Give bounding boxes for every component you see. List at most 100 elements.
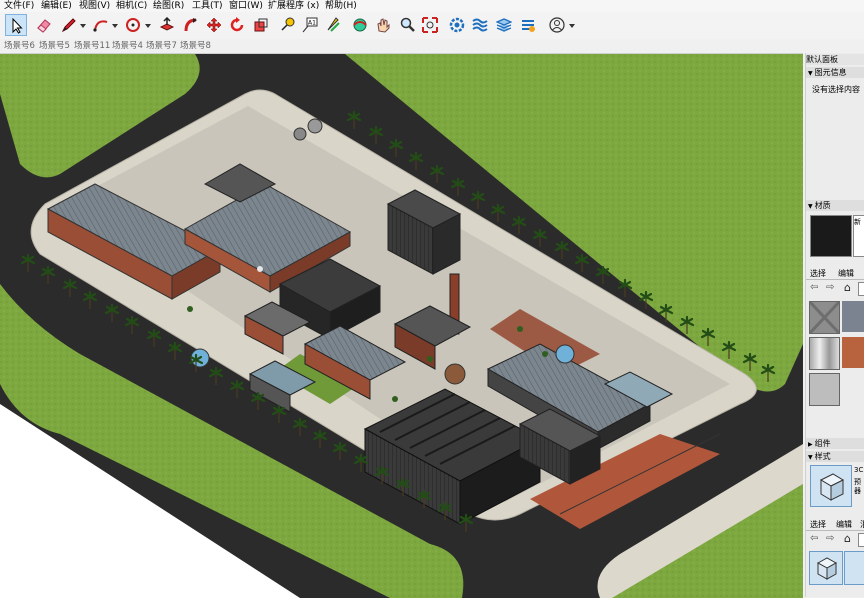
arc-icon	[93, 20, 108, 32]
chevron-down-icon[interactable]	[80, 23, 86, 29]
pan-tool-button[interactable]	[372, 14, 394, 36]
scale-icon	[254, 18, 268, 32]
styles-header[interactable]: ▼ 样式	[806, 451, 864, 462]
select-arrow-icon	[12, 18, 23, 34]
chevron-down-icon[interactable]	[145, 23, 151, 29]
zoom-tool-button[interactable]	[396, 14, 418, 36]
tape-measure-icon	[281, 17, 295, 31]
material-swatch[interactable]	[809, 337, 840, 370]
rotate-tool-button[interactable]	[226, 14, 248, 36]
back-arrow-icon[interactable]: ⇦	[810, 282, 818, 293]
account-button[interactable]	[546, 14, 568, 36]
follow-me-icon	[184, 18, 197, 32]
section-waves-icon	[472, 18, 488, 32]
styles-select-tab[interactable]: 选择	[810, 519, 826, 530]
menu-tools[interactable]: 工具(T)	[192, 0, 223, 12]
main-toolbar: A1	[0, 12, 864, 40]
forward-arrow-icon[interactable]: ⇨	[826, 533, 834, 544]
no-selection-text: 没有选择内容	[812, 85, 860, 94]
zoom-extents-button[interactable]	[419, 14, 441, 36]
forward-arrow-icon[interactable]: ⇨	[826, 282, 834, 293]
drawing-viewport[interactable]	[0, 53, 803, 598]
pencil-line-icon	[61, 18, 76, 33]
materials-header[interactable]: ▼ 材质	[806, 200, 864, 211]
tape-measure-button[interactable]	[276, 14, 298, 36]
eraser-icon	[37, 19, 51, 33]
collapse-triangle-icon: ▼	[808, 203, 813, 210]
scene-tabs: 场景号6 场景号5 场景号11 场景号4 场景号7 场景号8	[0, 39, 864, 53]
axes-tool-button[interactable]	[322, 14, 344, 36]
scene-tab[interactable]: 场景号5	[39, 40, 70, 52]
materials-select-tab[interactable]: 选择	[810, 268, 826, 279]
styles-mix-tab[interactable]: 泪	[860, 519, 864, 530]
material-preview-swatch[interactable]	[810, 215, 852, 257]
tile-pattern-icon	[808, 300, 841, 335]
materials-edit-tab[interactable]: 编辑	[838, 268, 854, 279]
push-pull-button[interactable]	[156, 14, 178, 36]
style-preview-thumbnail[interactable]	[810, 465, 852, 507]
move-tool-button[interactable]	[203, 14, 225, 36]
material-library-select[interactable]	[858, 282, 864, 296]
entity-info-header[interactable]: ▼ 图元信息	[806, 67, 864, 78]
menu-edit[interactable]: 编辑(E)	[41, 0, 72, 12]
home-icon[interactable]: ⌂	[844, 281, 851, 294]
material-name-field: 新	[853, 215, 864, 257]
site-model-render	[0, 54, 803, 598]
move-icon	[206, 17, 222, 33]
scene-tab[interactable]: 场景号7	[146, 40, 177, 52]
menu-file[interactable]: 文件(F)	[4, 0, 34, 12]
line-tool-button[interactable]	[58, 14, 80, 36]
eraser-tool-button[interactable]	[33, 14, 55, 36]
chevron-down-icon[interactable]	[569, 23, 575, 29]
back-arrow-icon[interactable]: ⇦	[810, 533, 818, 544]
style-thumbnail[interactable]	[809, 551, 843, 585]
scene-tab[interactable]: 场景号11	[74, 40, 110, 52]
svg-text:A1: A1	[308, 20, 316, 27]
select-tool-button[interactable]	[5, 14, 27, 36]
menu-draw[interactable]: 绘图(R)	[153, 0, 184, 12]
scene-tab[interactable]: 场景号4	[112, 40, 143, 52]
layers-icon	[496, 18, 512, 32]
text-label-icon: A1	[302, 17, 318, 33]
menu-view[interactable]: 视图(V)	[79, 0, 110, 12]
material-swatch[interactable]	[842, 337, 864, 368]
follow-me-button[interactable]	[180, 14, 202, 36]
material-swatch[interactable]	[842, 301, 864, 332]
scene-tab[interactable]: 场景号8	[180, 40, 211, 52]
scene-tab[interactable]: 场景号6	[4, 40, 35, 52]
pan-icon	[377, 18, 390, 33]
section-plane-button[interactable]	[469, 14, 491, 36]
collapse-triangle-icon: ▼	[808, 454, 813, 461]
material-swatch[interactable]	[809, 373, 840, 406]
zoom-icon	[400, 17, 415, 32]
material-swatch[interactable]	[808, 300, 841, 335]
push-pull-icon	[159, 17, 175, 31]
orbit-tool-button[interactable]	[349, 14, 371, 36]
cube-style-icon	[819, 473, 845, 501]
menu-bar: 文件(F) 编辑(E) 视图(V) 相机(C) 绘图(R) 工具(T) 窗口(W…	[0, 0, 864, 12]
menu-help[interactable]: 帮助(H)	[325, 0, 357, 12]
sandbox-button[interactable]	[517, 14, 539, 36]
style-name: 3C	[854, 466, 864, 474]
expand-triangle-icon: ▶	[808, 441, 813, 448]
text-tool-button[interactable]: A1	[299, 14, 321, 36]
collapse-triangle-icon: ▼	[808, 70, 813, 77]
style-thumbnail[interactable]	[844, 551, 864, 585]
menu-extensions[interactable]: 扩展程序 (x)	[268, 0, 319, 12]
scale-tool-button[interactable]	[250, 14, 272, 36]
home-icon[interactable]: ⌂	[844, 532, 851, 545]
chevron-down-icon[interactable]	[112, 23, 118, 29]
styles-edit-tab[interactable]: 编辑	[836, 519, 852, 530]
extension-warehouse-button[interactable]	[446, 14, 468, 36]
layers-button[interactable]	[493, 14, 515, 36]
menu-camera[interactable]: 相机(C)	[116, 0, 147, 12]
tray-title: 默认面板	[806, 54, 864, 65]
style-library-select[interactable]	[858, 533, 864, 547]
menu-window[interactable]: 窗口(W)	[229, 0, 263, 12]
rotate-icon	[230, 17, 244, 32]
components-header[interactable]: ▶ 组件	[806, 438, 864, 449]
arc-tool-button[interactable]	[90, 14, 112, 36]
extension-gear-icon	[449, 17, 465, 33]
shape-tool-button[interactable]	[122, 14, 144, 36]
axes-icon	[327, 17, 340, 32]
